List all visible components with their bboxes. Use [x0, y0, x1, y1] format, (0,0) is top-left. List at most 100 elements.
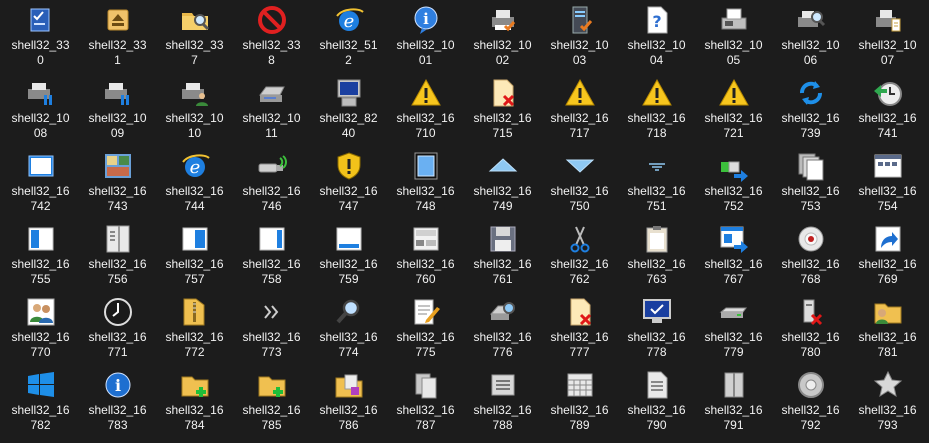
- icon-tile[interactable]: shell32_16 784: [156, 365, 233, 438]
- icon-tile[interactable]: shell32_10 08: [2, 73, 79, 146]
- icon-tile[interactable]: shell32_16 743: [79, 146, 156, 219]
- icon-label-line2: 739: [800, 126, 821, 140]
- icon-tile[interactable]: shell32_16 793: [849, 365, 926, 438]
- icon-tile[interactable]: shell32_16 748: [387, 146, 464, 219]
- icon-tile[interactable]: shell32_16 717: [541, 73, 618, 146]
- icon-tile[interactable]: i shell32_16 783: [79, 365, 156, 438]
- icon-label-line1: shell32_10: [396, 38, 455, 52]
- icon-tile[interactable]: shell32_10 06: [772, 0, 849, 73]
- icon-tile[interactable]: shell32_16 779: [695, 292, 772, 365]
- icon-tile[interactable]: shell32_16 774: [310, 292, 387, 365]
- icon-tile[interactable]: shell32_16 763: [618, 219, 695, 292]
- icon-tile[interactable]: shell32_16 778: [618, 292, 695, 365]
- icon-tile[interactable]: shell32_16 761: [464, 219, 541, 292]
- icon-label-line1: shell32_16: [781, 403, 840, 417]
- icon-label: shell32_16 786: [313, 403, 385, 433]
- icon-tile[interactable]: shell32_10 10: [156, 73, 233, 146]
- icon-tile[interactable]: shell32_16 754: [849, 146, 926, 219]
- icon-tile[interactable]: shell32_16 786: [310, 365, 387, 438]
- icon-tile[interactable]: shell32_16 790: [618, 365, 695, 438]
- icon-tile[interactable]: shell32_16 715: [464, 73, 541, 146]
- icon-label: shell32_10 02: [467, 38, 539, 68]
- icon-tile[interactable]: shell32_10 03: [541, 0, 618, 73]
- icon-tile[interactable]: shell32_16 775: [387, 292, 464, 365]
- icon-tile[interactable]: ? shell32_10 04: [618, 0, 695, 73]
- icon-tile[interactable]: shell32_16 771: [79, 292, 156, 365]
- icon-tile[interactable]: shell32_16 768: [772, 219, 849, 292]
- icon-tile[interactable]: shell32_16 746: [233, 146, 310, 219]
- icon-label-line2: 771: [107, 345, 128, 359]
- icon-tile[interactable]: shell32_10 09: [79, 73, 156, 146]
- warning-icon: [641, 77, 673, 109]
- icon-tile[interactable]: e shell32_16 744: [156, 146, 233, 219]
- folder-share-icon: [872, 296, 904, 328]
- icon-tile[interactable]: shell32_16 753: [772, 146, 849, 219]
- icon-tile[interactable]: shell32_16 755: [2, 219, 79, 292]
- icon-tile[interactable]: shell32_33 8: [233, 0, 310, 73]
- icon-tile[interactable]: shell32_82 40: [310, 73, 387, 146]
- icon-tile[interactable]: shell32_16 762: [541, 219, 618, 292]
- icon-tile[interactable]: shell32_16 710: [387, 73, 464, 146]
- icon-label-line2: 782: [30, 418, 51, 432]
- icon-tile[interactable]: shell32_16 785: [233, 365, 310, 438]
- icon-label-line2: 770: [30, 345, 51, 359]
- icon-tile[interactable]: shell32_33 7: [156, 0, 233, 73]
- icon-tile[interactable]: shell32_16 781: [849, 292, 926, 365]
- icon-tile[interactable]: shell32_16 747: [310, 146, 387, 219]
- icon-tile[interactable]: shell32_16 721: [695, 73, 772, 146]
- icon-tile[interactable]: shell32_16 760: [387, 219, 464, 292]
- windows-logo-icon: [25, 369, 57, 401]
- icon-label-line2: 773: [261, 345, 282, 359]
- icon-tile[interactable]: shell32_16 742: [2, 146, 79, 219]
- icon-tile[interactable]: shell32_16 759: [310, 219, 387, 292]
- icon-tile[interactable]: shell32_16 767: [695, 219, 772, 292]
- icon-tile[interactable]: shell32_33 1: [79, 0, 156, 73]
- icon-tile[interactable]: shell32_16 718: [618, 73, 695, 146]
- icon-label: shell32_16 787: [390, 403, 462, 433]
- icon-tile[interactable]: shell32_16 787: [387, 365, 464, 438]
- icon-tile[interactable]: shell32_16 756: [79, 219, 156, 292]
- icon-label: shell32_16 739: [775, 111, 847, 141]
- icon-tile[interactable]: shell32_16 773: [233, 292, 310, 365]
- checklist-icon: [25, 4, 57, 36]
- icon-tile[interactable]: shell32_16 751: [618, 146, 695, 219]
- icon-tile[interactable]: shell32_16 770: [2, 292, 79, 365]
- icon-label: shell32_16 741: [852, 111, 924, 141]
- icon-tile[interactable]: shell32_10 11: [233, 73, 310, 146]
- icon-tile[interactable]: shell32_10 02: [464, 0, 541, 73]
- icon-tile[interactable]: shell32_16 788: [464, 365, 541, 438]
- icon-label-line2: 761: [492, 272, 513, 286]
- icon-label-line2: 787: [415, 418, 436, 432]
- icon-tile[interactable]: shell32_10 05: [695, 0, 772, 73]
- icon-tile[interactable]: shell32_16 741: [849, 73, 926, 146]
- icon-tile[interactable]: i shell32_10 01: [387, 0, 464, 73]
- scissors-icon: [564, 223, 596, 255]
- icon-label: shell32_10 03: [544, 38, 616, 68]
- icon-tile[interactable]: shell32_16 749: [464, 146, 541, 219]
- icon-tile[interactable]: shell32_16 782: [2, 365, 79, 438]
- icon-tile[interactable]: shell32_16 739: [772, 73, 849, 146]
- filter-lines-icon: [641, 150, 673, 182]
- icon-tile[interactable]: shell32_16 758: [233, 219, 310, 292]
- icon-tile[interactable]: shell32_10 07: [849, 0, 926, 73]
- icon-tile[interactable]: e shell32_51 2: [310, 0, 387, 73]
- icon-tile[interactable]: shell32_16 776: [464, 292, 541, 365]
- icon-tile[interactable]: shell32_16 780: [772, 292, 849, 365]
- icon-label-line2: 743: [107, 199, 128, 213]
- icon-label-line1: shell32_16: [473, 330, 532, 344]
- icon-label-line1: shell32_16: [11, 403, 70, 417]
- icon-tile[interactable]: shell32_16 769: [849, 219, 926, 292]
- icon-tile[interactable]: shell32_16 777: [541, 292, 618, 365]
- triangle-down-icon: [564, 150, 596, 182]
- icon-tile[interactable]: shell32_16 792: [772, 365, 849, 438]
- icon-tile[interactable]: shell32_16 772: [156, 292, 233, 365]
- icon-tile[interactable]: shell32_16 789: [541, 365, 618, 438]
- icon-tile[interactable]: shell32_16 752: [695, 146, 772, 219]
- book-gray-icon: [718, 369, 750, 401]
- icon-label: shell32_16 770: [5, 330, 77, 360]
- icon-tile[interactable]: shell32_33 0: [2, 0, 79, 73]
- icon-tile[interactable]: shell32_16 750: [541, 146, 618, 219]
- icon-tile[interactable]: shell32_16 757: [156, 219, 233, 292]
- icon-label: shell32_16 744: [159, 184, 231, 214]
- icon-tile[interactable]: shell32_16 791: [695, 365, 772, 438]
